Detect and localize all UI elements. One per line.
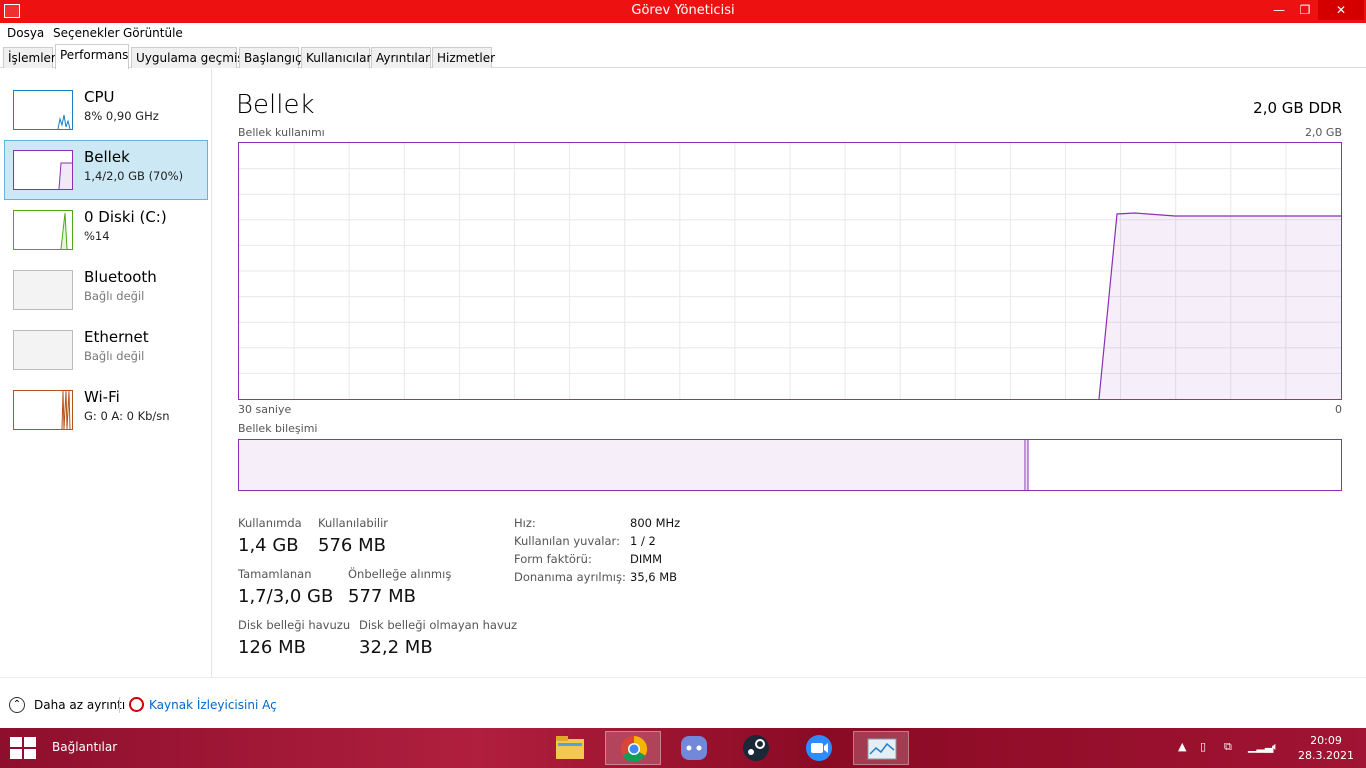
tab-users[interactable]: Kullanıcılar	[301, 47, 371, 68]
taskbar-clock[interactable]: 20:09 28.3.2021	[1296, 733, 1356, 763]
committed-value: 1,7/3,0 GB	[238, 586, 334, 607]
maximize-button[interactable]: ❐	[1292, 0, 1318, 20]
title-bar: Görev Yöneticisi — ❐ ✕	[0, 0, 1366, 23]
zoom-icon[interactable]	[797, 731, 841, 765]
in-use-label: Kullanımda	[238, 516, 302, 530]
sidebar-item-sub: 8% 0,90 GHz	[84, 109, 159, 123]
device-icon[interactable]: ⧉	[1224, 740, 1232, 754]
nonpaged-pool-value: 32,2 MB	[359, 637, 433, 658]
notification-tray-icon[interactable]: ▯	[1200, 740, 1206, 753]
memory-composition-bar	[238, 439, 1342, 491]
menu-view[interactable]: Görüntüle	[123, 26, 183, 40]
sidebar-item-disk[interactable]: 0 Diski (C:) %14	[4, 200, 208, 260]
sidebar-item-bluetooth[interactable]: Bluetooth Bağlı değil	[4, 260, 208, 320]
memory-usage-graph	[238, 142, 1342, 400]
form-factor-label: Form faktörü:	[514, 552, 592, 566]
sidebar-item-label: CPU	[84, 88, 115, 106]
committed-label: Tamamlanan	[238, 567, 312, 581]
footer-divider	[119, 697, 120, 713]
windows-start-icon[interactable]	[10, 737, 38, 759]
bluetooth-thumbnail	[13, 270, 73, 310]
cached-value: 577 MB	[348, 586, 416, 607]
sidebar-item-sub: Bağlı değil	[84, 289, 145, 303]
available-value: 576 MB	[318, 535, 386, 556]
sidebar-item-label: 0 Diski (C:)	[84, 208, 167, 226]
sidebar-item-sub: 1,4/2,0 GB (70%)	[84, 169, 184, 183]
nonpaged-pool-label: Disk belleği olmayan havuz	[359, 618, 518, 632]
fewer-details-link[interactable]: Daha az ayrıntı	[34, 698, 125, 712]
graph-time-left: 30 saniye	[238, 403, 292, 416]
composition-label: Bellek bileşimi	[238, 422, 318, 435]
memory-type: 2,0 GB DDR	[1253, 99, 1342, 117]
sidebar-item-memory[interactable]: Bellek 1,4/2,0 GB (70%)	[4, 140, 208, 200]
file-explorer-icon[interactable]	[548, 731, 592, 765]
cached-label: Önbelleğe alınmış	[348, 567, 452, 581]
memory-panel: Bellek 2,0 GB DDR Bellek kullanımı 2,0 G…	[213, 69, 1366, 677]
memory-thumbnail	[13, 150, 73, 190]
taskbar: Bağlantılar ▲ ▯ ⧉ ▁▂▃ 🔈︎ 20:09 28.3.2021	[0, 728, 1366, 768]
sidebar-item-wifi[interactable]: Wi-Fi G: 0 A: 0 Kb/sn	[4, 380, 208, 440]
sidebar-item-sub: Bağlı değil	[84, 349, 145, 363]
wifi-thumbnail	[13, 390, 73, 430]
sidebar-item-sub: G: 0 A: 0 Kb/sn	[84, 409, 170, 423]
footer: ⌃ Daha az ayrıntı Kaynak İzleyicisini Aç	[0, 677, 1366, 728]
slots-value: 1 / 2	[630, 534, 656, 548]
network-signal-icon[interactable]: ▁▂▃	[1248, 740, 1273, 753]
sidebar-item-ethernet[interactable]: Ethernet Bağlı değil	[4, 320, 208, 380]
steam-icon[interactable]	[734, 731, 778, 765]
tab-performance[interactable]: Performans	[55, 44, 129, 69]
resource-sidebar: CPU 8% 0,90 GHz Bellek 1,4/2,0 GB (70%) …	[0, 69, 212, 677]
open-resource-monitor-link[interactable]: Kaynak İzleyicisini Aç	[149, 698, 277, 712]
usage-graph-max: 2,0 GB	[1304, 126, 1342, 139]
speed-label: Hız:	[514, 516, 536, 530]
taskbar-toolbar-label[interactable]: Bağlantılar	[52, 740, 117, 754]
show-hidden-icons-icon[interactable]: ▲	[1178, 740, 1186, 753]
minimize-button[interactable]: —	[1266, 0, 1292, 20]
sidebar-item-cpu[interactable]: CPU 8% 0,90 GHz	[4, 80, 208, 140]
ethernet-thumbnail	[13, 330, 73, 370]
volume-icon[interactable]: 🔈︎	[1272, 740, 1279, 754]
disk-thumbnail	[13, 210, 73, 250]
close-button[interactable]: ✕	[1318, 0, 1364, 20]
graph-time-right: 0	[1335, 403, 1342, 416]
resource-monitor-icon	[129, 697, 144, 712]
available-label: Kullanılabilir	[318, 516, 389, 530]
usage-graph-label: Bellek kullanımı	[238, 126, 325, 139]
tab-services[interactable]: Hizmetler	[432, 47, 495, 68]
sidebar-item-sub: %14	[84, 229, 110, 243]
window-title: Görev Yöneticisi	[631, 3, 735, 18]
cpu-thumbnail	[13, 90, 73, 130]
discord-icon[interactable]	[672, 731, 716, 765]
tab-startup[interactable]: Başlangıç	[239, 47, 302, 68]
form-factor-value: DIMM	[630, 552, 663, 566]
speed-value: 800 MHz	[630, 516, 681, 530]
page-title: Bellek	[236, 90, 315, 120]
chrome-icon[interactable]	[605, 731, 661, 765]
clock-date: 28.3.2021	[1298, 749, 1354, 762]
tab-processes[interactable]: İşlemler	[3, 47, 56, 68]
slots-label: Kullanılan yuvalar:	[514, 534, 620, 548]
chevron-up-icon[interactable]: ⌃	[9, 697, 25, 713]
paged-pool-value: 126 MB	[238, 637, 306, 658]
sidebar-item-label: Ethernet	[84, 328, 149, 346]
paged-pool-label: Disk belleği havuzu	[238, 618, 351, 632]
clock-time: 20:09	[1310, 734, 1342, 747]
sidebar-item-label: Bluetooth	[84, 268, 157, 286]
tab-app-history[interactable]: Uygulama geçmişi	[131, 47, 247, 68]
sidebar-item-label: Wi-Fi	[84, 388, 120, 406]
menu-options[interactable]: Seçenekler	[53, 26, 120, 40]
task-manager-taskbar-icon[interactable]	[853, 731, 909, 765]
in-use-value: 1,4 GB	[238, 535, 299, 556]
sidebar-item-label: Bellek	[84, 148, 130, 166]
menu-bar: Dosya Seçenekler Görüntüle	[0, 23, 1366, 43]
hardware-reserved-value: 35,6 MB	[630, 570, 678, 584]
menu-file[interactable]: Dosya	[7, 26, 44, 40]
tab-details[interactable]: Ayrıntılar	[371, 47, 431, 68]
hardware-reserved-label: Donanıma ayrılmış:	[514, 570, 626, 584]
tab-bar: İşlemler Performans Uygulama geçmişi Baş…	[0, 43, 1366, 69]
